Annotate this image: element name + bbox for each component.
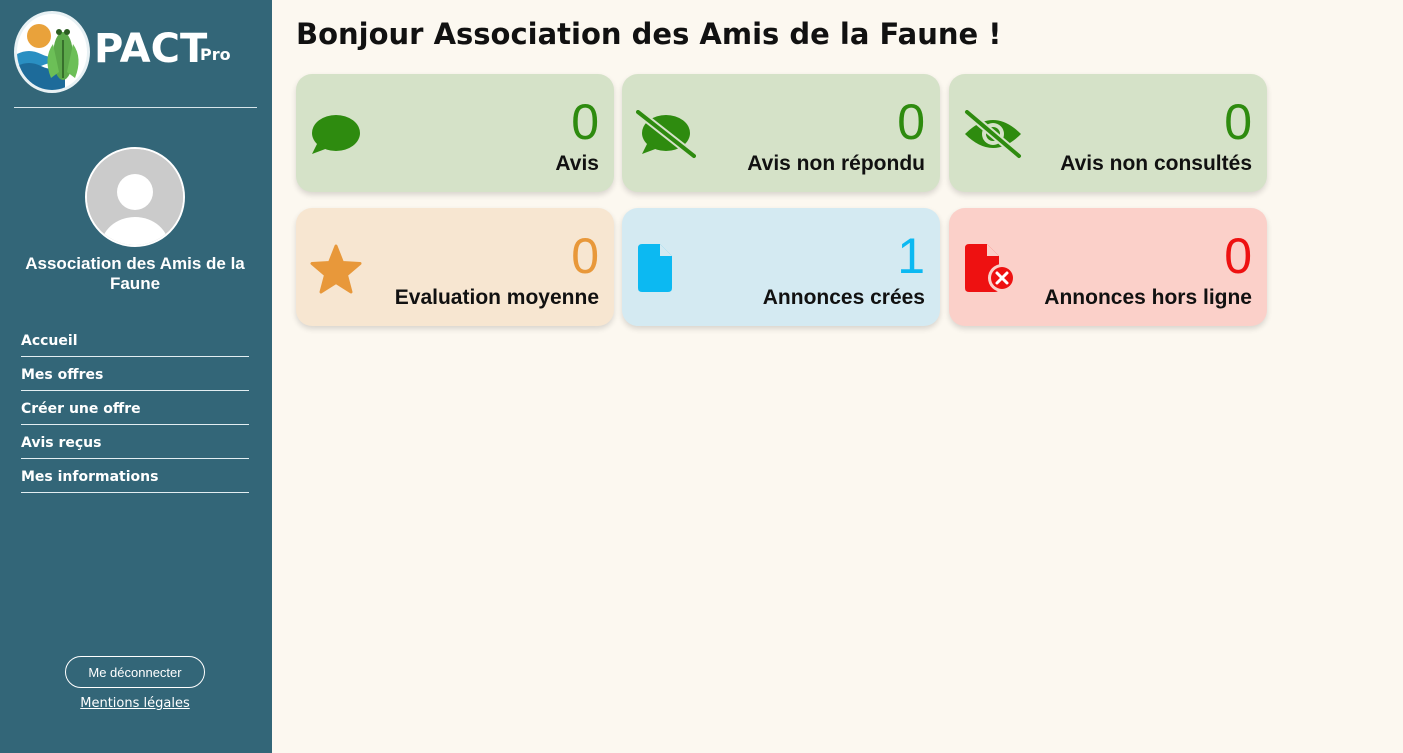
logout-button[interactable]: Me déconnecter — [65, 656, 205, 688]
stat-card-annonces-hors-ligne[interactable]: 0 Annonces hors ligne — [949, 208, 1267, 326]
legal-notice-link[interactable]: Mentions légales — [0, 696, 270, 711]
stat-label: Annonces crées — [762, 286, 925, 309]
eye-slash-icon — [963, 110, 1023, 164]
avatar[interactable] — [85, 147, 185, 247]
sidebar: PACT Pro Association des Amis de la Faun… — [0, 0, 272, 753]
star-icon — [310, 244, 370, 298]
stat-label: Avis — [555, 152, 599, 175]
stat-value: 0 — [1224, 94, 1252, 150]
stat-value: 0 — [571, 228, 599, 284]
stat-card-avis-non-repondu[interactable]: 0 Avis non répondu — [622, 74, 940, 192]
user-name: Association des Amis de la Faune — [25, 254, 245, 293]
sidebar-nav: Accueil Mes offres Créer une offre Avis … — [21, 323, 249, 493]
sidebar-item-avis-recus[interactable]: Avis reçus — [21, 425, 249, 459]
stat-label: Annonces hors ligne — [1044, 286, 1252, 309]
stat-card-avis[interactable]: 0 Avis — [296, 74, 614, 192]
stat-value: 1 — [897, 228, 925, 284]
sidebar-item-mes-informations[interactable]: Mes informations — [21, 459, 249, 493]
sidebar-item-label[interactable]: Mes informations — [21, 469, 158, 485]
sidebar-item-label[interactable]: Accueil — [21, 333, 78, 349]
stat-value: 0 — [897, 94, 925, 150]
brand-sub: Pro — [200, 45, 231, 64]
sidebar-item-label[interactable]: Avis reçus — [21, 435, 101, 451]
stat-label: Avis non répondu — [747, 152, 925, 175]
page-title: Bonjour Association des Amis de la Faune… — [296, 17, 1002, 51]
document-icon — [636, 244, 696, 298]
sidebar-item-label[interactable]: Créer une offre — [21, 401, 141, 417]
sidebar-item-accueil[interactable]: Accueil — [21, 323, 249, 357]
stat-card-annonces-creees[interactable]: 1 Annonces crées — [622, 208, 940, 326]
sidebar-item-mes-offres[interactable]: Mes offres — [21, 357, 249, 391]
comment-slash-icon — [636, 110, 696, 164]
stat-label: Evaluation moyenne — [394, 286, 599, 309]
sidebar-divider — [14, 107, 257, 108]
stat-label: Avis non consultés — [1060, 152, 1252, 175]
cicada-logo-icon — [14, 11, 90, 93]
document-offline-icon — [963, 244, 1023, 298]
stat-value: 0 — [571, 94, 599, 150]
user-silhouette-icon — [87, 149, 183, 245]
sidebar-item-label[interactable]: Mes offres — [21, 367, 103, 383]
stat-card-avis-non-consultes[interactable]: 0 Avis non consultés — [949, 74, 1267, 192]
brand-logo[interactable]: PACT Pro — [14, 11, 254, 93]
brand-name: PACT — [94, 26, 208, 72]
comment-icon — [310, 110, 370, 164]
sidebar-item-creer-offre[interactable]: Créer une offre — [21, 391, 249, 425]
stat-value: 0 — [1224, 228, 1252, 284]
stat-card-evaluation-moyenne[interactable]: 0 Evaluation moyenne — [296, 208, 614, 326]
